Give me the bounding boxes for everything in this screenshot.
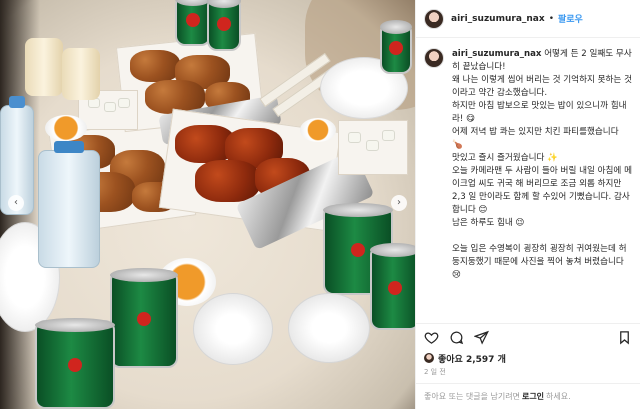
water-bottle (38, 141, 100, 268)
caption-username[interactable]: airi_suzumura_nax (452, 49, 541, 59)
liker-avatar (424, 353, 434, 363)
share-icon[interactable] (474, 330, 489, 345)
follow-button[interactable]: 팔로우 (558, 12, 583, 25)
yakult-bottle (62, 48, 100, 100)
beer-can (380, 20, 412, 74)
caption-avatar[interactable] (424, 48, 444, 68)
chevron-right-icon[interactable]: › (391, 195, 407, 211)
paper-cup (193, 293, 273, 365)
caption: airi_suzumura_nax 어떻게 든 2 일째도 무사히 끝났습니다!… (452, 48, 632, 323)
comment-prompt-text: 좋아요 또는 댓글을 남기려면 (424, 392, 520, 401)
fried-chicken (130, 50, 180, 82)
comment-prompt-suffix: 하세요. (546, 392, 571, 401)
beer-can (175, 0, 211, 46)
bookmark-icon[interactable] (617, 330, 632, 345)
header-username[interactable]: airi_suzumura_nax (451, 14, 545, 24)
sauce-cup (300, 118, 336, 142)
post-header: airi_suzumura_nax • 팔로우 (416, 0, 640, 38)
instagram-post: ‹ › airi_suzumura_nax • 팔로우 airi_suzumur… (0, 0, 640, 409)
sauce-cup (45, 115, 87, 141)
avatar[interactable] (424, 8, 444, 29)
heart-icon[interactable] (424, 330, 439, 345)
pickled-radish (348, 132, 361, 143)
likes-text[interactable]: 좋아요 2,597 개 (438, 352, 506, 365)
action-bar (416, 323, 640, 351)
pickled-radish (104, 102, 116, 112)
beer-can (110, 268, 178, 368)
comment-login-prompt: 좋아요 또는 댓글을 남기려면 로그인 하세요. (416, 383, 640, 409)
chevron-left-icon[interactable]: ‹ (8, 195, 24, 211)
post-photo[interactable]: ‹ › (0, 0, 415, 409)
pickled-radish (382, 130, 395, 141)
post-side-panel: airi_suzumura_nax • 팔로우 airi_suzumura_na… (415, 0, 640, 409)
caption-text: 어떻게 든 2 일째도 무사히 끝났습니다! 왜 나는 이렇게 씹어 버리는 것… (452, 49, 632, 280)
login-link[interactable]: 로그인 (522, 391, 544, 402)
separator-dot: • (548, 13, 554, 24)
paper-cup (288, 293, 370, 363)
sauced-chicken (195, 160, 260, 202)
yakult-bottle (25, 38, 63, 96)
post-timestamp: 2 일 전 (424, 368, 446, 376)
caption-area: airi_suzumura_nax 어떻게 든 2 일째도 무사히 끝났습니다!… (416, 38, 640, 323)
comment-icon[interactable] (449, 330, 464, 345)
likes-count[interactable]: 좋아요 2,597 개 (416, 351, 640, 365)
beer-can (207, 0, 241, 51)
pickled-radish (118, 98, 130, 108)
beer-can (370, 243, 415, 330)
pickled-radish (366, 140, 379, 151)
beer-can (35, 318, 115, 409)
